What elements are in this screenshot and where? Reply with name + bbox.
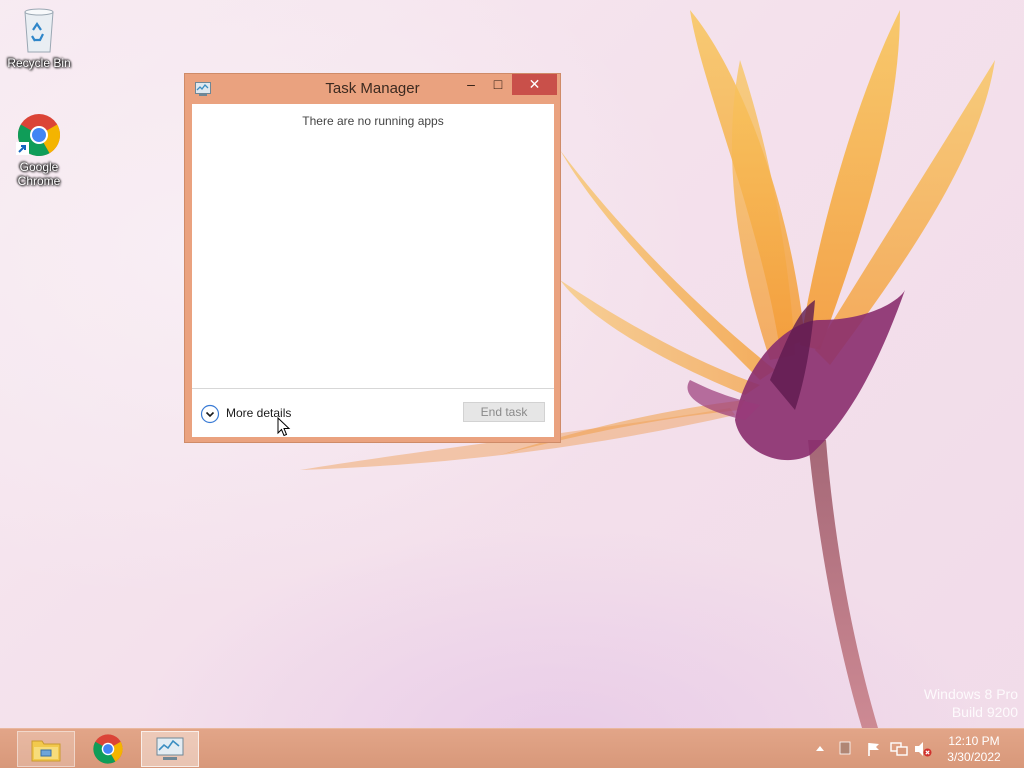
taskbar-file-explorer[interactable] bbox=[17, 731, 75, 767]
show-hidden-icons-arrow-icon[interactable] bbox=[815, 744, 825, 752]
desktop-icon-recycle-bin[interactable]: Recycle Bin bbox=[1, 6, 77, 70]
no-running-apps-message: There are no running apps bbox=[302, 114, 444, 128]
os-build-watermark: Windows 8 Pro Build 9200 bbox=[924, 685, 1018, 721]
taskbar-task-manager[interactable] bbox=[141, 731, 199, 767]
close-button[interactable]: ✕ bbox=[512, 74, 557, 95]
folder-icon bbox=[31, 740, 61, 762]
recycle-bin-icon bbox=[24, 8, 54, 53]
app-list-area: There are no running apps More details E… bbox=[192, 104, 554, 437]
window-footer: More details End task bbox=[192, 388, 554, 437]
action-center-flag-icon[interactable] bbox=[866, 741, 882, 757]
watermark-build: Build 9200 bbox=[951, 704, 1018, 720]
taskbar-clock[interactable]: 12:10 PM 3/30/2022 bbox=[934, 733, 1014, 765]
desktop-icon-google-chrome[interactable]: Google Chrome bbox=[1, 112, 77, 188]
desktop: Recycle Bin Google Chrome Task Manager – bbox=[0, 0, 1024, 768]
watermark-edition: Windows 8 Pro bbox=[923, 686, 1018, 702]
maximize-button[interactable]: □ bbox=[485, 74, 511, 95]
task-manager-window: Task Manager – □ ✕ There are no running … bbox=[184, 73, 561, 443]
minimize-button[interactable]: – bbox=[458, 74, 484, 95]
taskbar: 12:10 PM 3/30/2022 bbox=[0, 728, 1024, 768]
task-manager-icon bbox=[156, 737, 184, 760]
taskbar-google-chrome[interactable] bbox=[79, 731, 137, 767]
volume-muted-icon[interactable] bbox=[914, 741, 932, 757]
clock-date: 3/30/2022 bbox=[947, 750, 1001, 764]
close-icon: ✕ bbox=[528, 76, 541, 92]
clock-time: 12:10 PM bbox=[948, 734, 1000, 748]
chrome-icon bbox=[16, 114, 61, 157]
chevron-down-icon bbox=[200, 404, 220, 424]
recycle-bin-label: Recycle Bin bbox=[7, 56, 71, 70]
mouse-pointer-icon bbox=[277, 417, 291, 437]
maximize-icon: □ bbox=[493, 76, 503, 92]
minimize-icon: – bbox=[467, 76, 475, 92]
google-chrome-label: Google Chrome bbox=[17, 160, 61, 188]
title-bar[interactable]: Task Manager – □ ✕ bbox=[185, 74, 560, 104]
network-icon[interactable] bbox=[890, 741, 908, 757]
end-task-button[interactable]: End task bbox=[463, 402, 545, 422]
chrome-icon bbox=[93, 734, 123, 764]
keyboard-icon[interactable] bbox=[838, 741, 852, 755]
